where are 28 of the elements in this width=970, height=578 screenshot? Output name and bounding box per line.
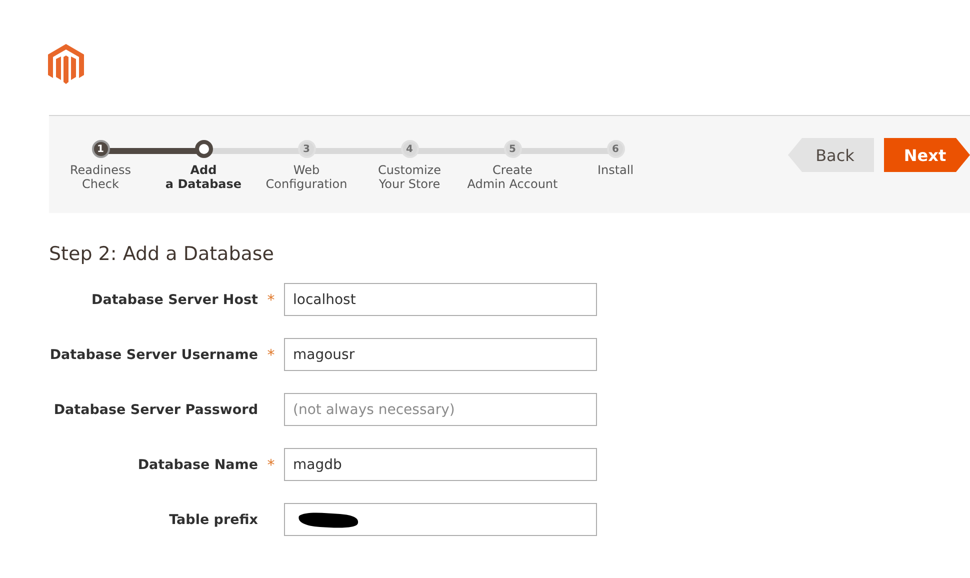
step-heading: Step 2: Add a Database — [49, 243, 275, 265]
required-mark: * — [266, 346, 276, 364]
input-field[interactable]: magousr — [284, 338, 597, 371]
step-label: Install — [597, 163, 634, 177]
field-label: Database Server Password — [52, 402, 258, 418]
required-mark: * — [266, 290, 276, 308]
next-button[interactable]: Next — [884, 138, 970, 172]
step-label: Create Admin Account — [467, 163, 558, 191]
input-field[interactable]: magdb — [284, 448, 597, 481]
input-field[interactable]: (not always necessary) — [284, 393, 597, 426]
required-mark: * — [266, 456, 276, 474]
input-field[interactable] — [284, 503, 597, 536]
step-label: Customize Your Store — [378, 163, 441, 191]
step-marker: 1 — [92, 140, 110, 158]
step-marker: 5 — [504, 140, 522, 158]
logo-icon — [48, 44, 84, 85]
field-label: Database Server Username — [48, 346, 258, 362]
step-label: Add a Database — [165, 163, 242, 191]
field-label: Table prefix — [168, 512, 258, 528]
step-label: Readiness Check — [70, 163, 131, 191]
field-label: Database Server Host — [90, 292, 258, 308]
step-label: Web Configuration — [266, 163, 348, 191]
back-button[interactable]: Back — [788, 138, 874, 172]
step-marker: 6 — [606, 140, 624, 158]
step-marker: 3 — [298, 140, 316, 158]
step-marker: 4 — [400, 140, 418, 158]
input-field[interactable]: localhost — [284, 283, 597, 316]
field-label: Database Name — [136, 456, 258, 472]
